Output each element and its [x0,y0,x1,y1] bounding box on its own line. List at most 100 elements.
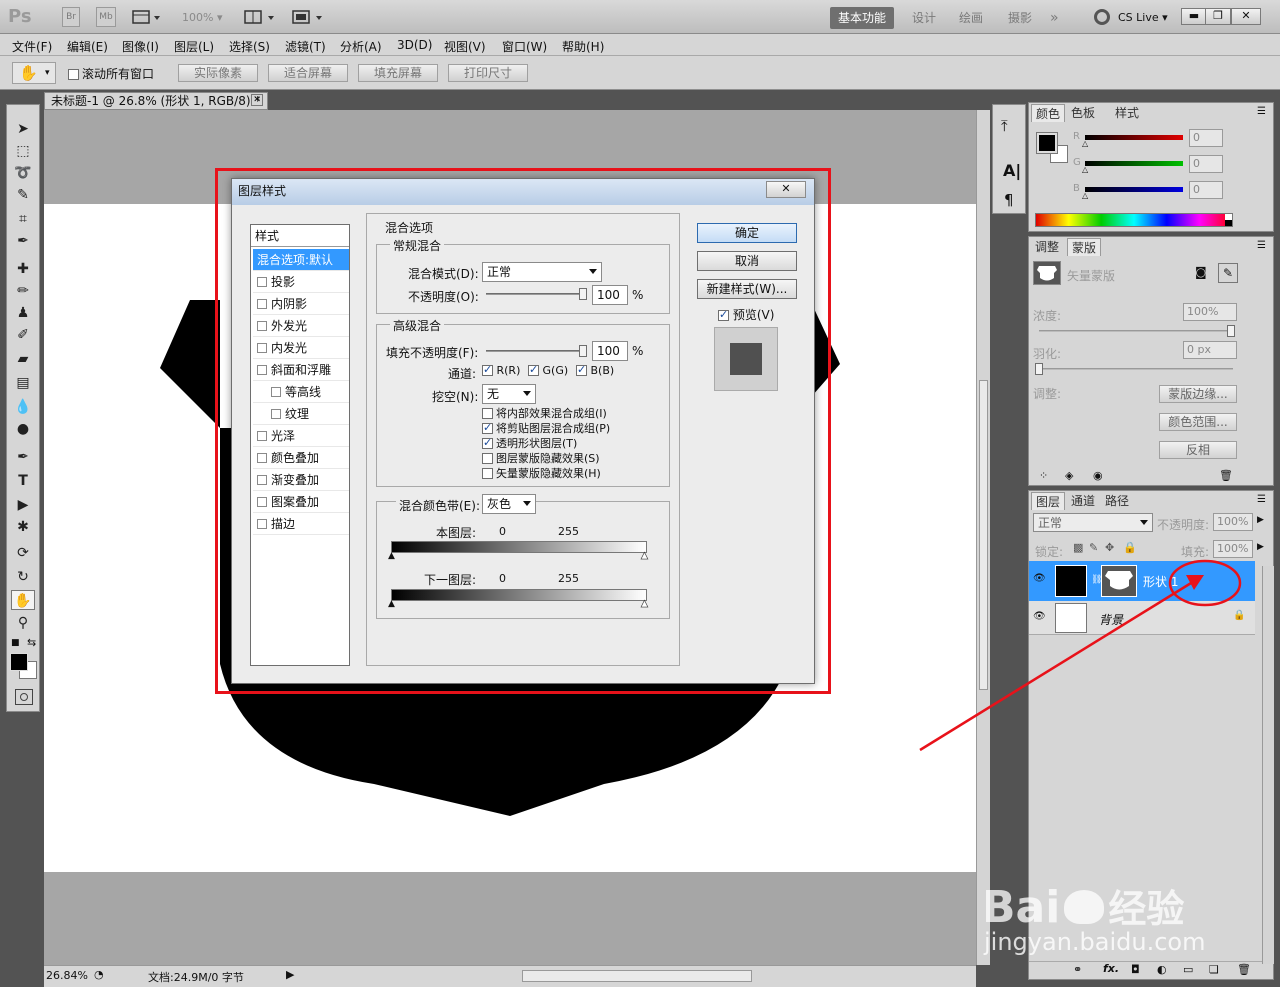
close-tab-icon[interactable]: ✕ [251,94,263,106]
trash-icon[interactable]: 🗑 [1237,963,1251,976]
workspace-design[interactable]: 设计 [912,7,936,29]
layers-scrollbar[interactable] [1262,566,1274,964]
advanced-option[interactable]: 矢量蒙版隐藏效果(H) [482,465,601,481]
workspace-photography[interactable]: 摄影 [1008,7,1032,29]
advanced-option[interactable]: 图层蒙版隐藏效果(S) [482,450,600,466]
opacity-slider[interactable] [486,293,584,295]
minibridge-button[interactable]: Mb [96,7,116,27]
menu-file[interactable]: 文件(F) [12,38,52,55]
channel-slider-handle-icon[interactable]: △ [1082,139,1088,148]
style-item[interactable]: 混合选项:默认 [253,249,349,271]
screen-mode-icon[interactable] [292,8,326,26]
style-checkbox[interactable] [257,453,267,463]
layer-name[interactable]: 形状 1 [1143,573,1178,590]
style-item[interactable]: 渐变叠加 [253,469,349,491]
tab-adjustments[interactable]: 调整 [1031,238,1063,256]
layer-name[interactable]: 背景 [1099,611,1123,628]
mask-edge-button[interactable]: 蒙版边缘... [1159,385,1237,403]
swap-colors-icon[interactable]: ⇆ [27,636,36,649]
style-checkbox[interactable] [257,365,267,375]
vector-mask-icon[interactable]: ✎ [1218,263,1238,283]
style-item[interactable]: 描边 [253,513,349,535]
menu-analysis[interactable]: 分析(A) [340,38,382,55]
minimize-icon[interactable]: ▬ [1181,8,1207,25]
history-panel-icon[interactable]: ⤒ [1001,117,1008,135]
scroll-all-windows-checkbox[interactable] [68,69,79,80]
style-checkbox[interactable] [257,343,267,353]
menu-select[interactable]: 选择(S) [229,38,270,55]
channel-g-checkbox[interactable] [528,363,539,376]
style-item[interactable]: 等高线 [253,381,349,403]
style-item[interactable]: 图案叠加 [253,491,349,513]
styles-header[interactable]: 样式 [251,225,349,247]
advanced-option[interactable]: 将内部效果混合成组(I) [482,405,607,421]
zoom-readout[interactable]: 26.84% [46,969,88,982]
apply-mask-icon[interactable]: ◈ [1065,469,1073,482]
layer-row-shape1[interactable]: 👁 ⛓ 形状 1 [1029,561,1255,601]
knockout-select[interactable]: 无 [482,384,536,404]
cancel-button[interactable]: 取消 [697,251,797,271]
advanced-option-checkbox[interactable] [482,436,493,449]
scroll-thumb[interactable] [979,380,988,690]
fill-opacity-slider-thumb[interactable] [579,345,587,357]
opacity-input[interactable]: 100 [592,285,628,305]
underlying-white-handle-icon[interactable]: ▲ [641,599,649,610]
feather-slider-thumb[interactable] [1035,363,1043,375]
quick-select-tool-icon[interactable]: ✎ [11,185,35,205]
color-spectrum-ramp[interactable] [1035,213,1233,227]
layer-blend-mode-select[interactable]: 正常 [1033,513,1153,532]
channel-slider[interactable] [1085,135,1183,140]
menu-window[interactable]: 窗口(W) [502,38,547,55]
density-input[interactable]: 100% [1183,303,1237,321]
tab-swatches[interactable]: 色板 [1067,104,1099,122]
trash-icon[interactable]: 🗑 [1219,469,1233,482]
style-checkbox[interactable] [257,497,267,507]
lock-all-icon[interactable]: 🔒 [1123,541,1137,554]
invert-button[interactable]: 反相 [1159,441,1237,459]
restore-icon[interactable]: ❐ [1205,8,1231,25]
tool-preset-picker[interactable]: ✋ ▾ [12,62,56,84]
fill-input[interactable]: 100% [1213,540,1253,558]
style-checkbox[interactable] [257,321,267,331]
style-checkbox[interactable] [257,299,267,309]
new-layer-icon[interactable]: ❏ [1209,963,1219,976]
style-checkbox[interactable] [257,475,267,485]
status-icon[interactable]: ◔ [94,968,104,981]
link-layers-icon[interactable]: ⚭ [1073,963,1082,976]
clone-stamp-tool-icon[interactable]: ♟ [11,303,35,323]
advanced-option-checkbox[interactable] [482,468,493,479]
dodge-tool-icon[interactable]: ● [11,419,35,439]
fit-screen-button[interactable]: 适合屏幕 [268,64,348,82]
fill-opacity-input[interactable]: 100 [592,341,628,361]
blend-if-select[interactable]: 灰色 [482,494,536,514]
eye-icon[interactable]: ◉ [1093,469,1103,482]
tab-color[interactable]: 颜色 [1031,104,1066,122]
dialog-close-icon[interactable]: ✕ [766,181,806,198]
menu-help[interactable]: 帮助(H) [562,38,604,55]
menu-filter[interactable]: 滤镜(T) [285,38,326,55]
ok-button[interactable]: 确定 [697,223,797,243]
density-slider-thumb[interactable] [1227,325,1235,337]
fill-opacity-slider[interactable] [486,350,584,352]
menu-edit[interactable]: 编辑(E) [67,38,108,55]
paragraph-panel-icon[interactable]: ¶ [1004,191,1014,209]
style-item[interactable]: 斜面和浮雕 [253,359,349,381]
pen-tool-icon[interactable]: ✒ [11,447,35,467]
lock-image-icon[interactable]: ✎ [1089,541,1098,554]
more-workspaces-icon[interactable]: » [1050,7,1059,29]
density-slider[interactable] [1039,330,1233,332]
marquee-tool-icon[interactable]: ⬚ [11,141,35,161]
eye-icon[interactable]: 👁 [1033,573,1046,584]
style-checkbox[interactable] [257,277,267,287]
channel-slider-handle-icon[interactable]: △ [1082,191,1088,200]
panel-menu-icon[interactable]: ☰ [1257,494,1266,505]
tab-masks[interactable]: 蒙版 [1067,238,1102,256]
layer-opacity-arrow-icon[interactable]: ▶ [1257,515,1264,525]
channel-g[interactable]: G(G) [528,363,568,377]
quick-mask-icon[interactable] [15,689,33,705]
healing-brush-tool-icon[interactable]: ✚ [11,259,35,279]
type-tool-icon[interactable]: T [11,471,35,491]
adjustment-layer-icon[interactable]: ◐ [1157,963,1167,976]
tab-channels[interactable]: 通道 [1067,492,1099,510]
brush-tool-icon[interactable]: ✏ [11,281,35,301]
